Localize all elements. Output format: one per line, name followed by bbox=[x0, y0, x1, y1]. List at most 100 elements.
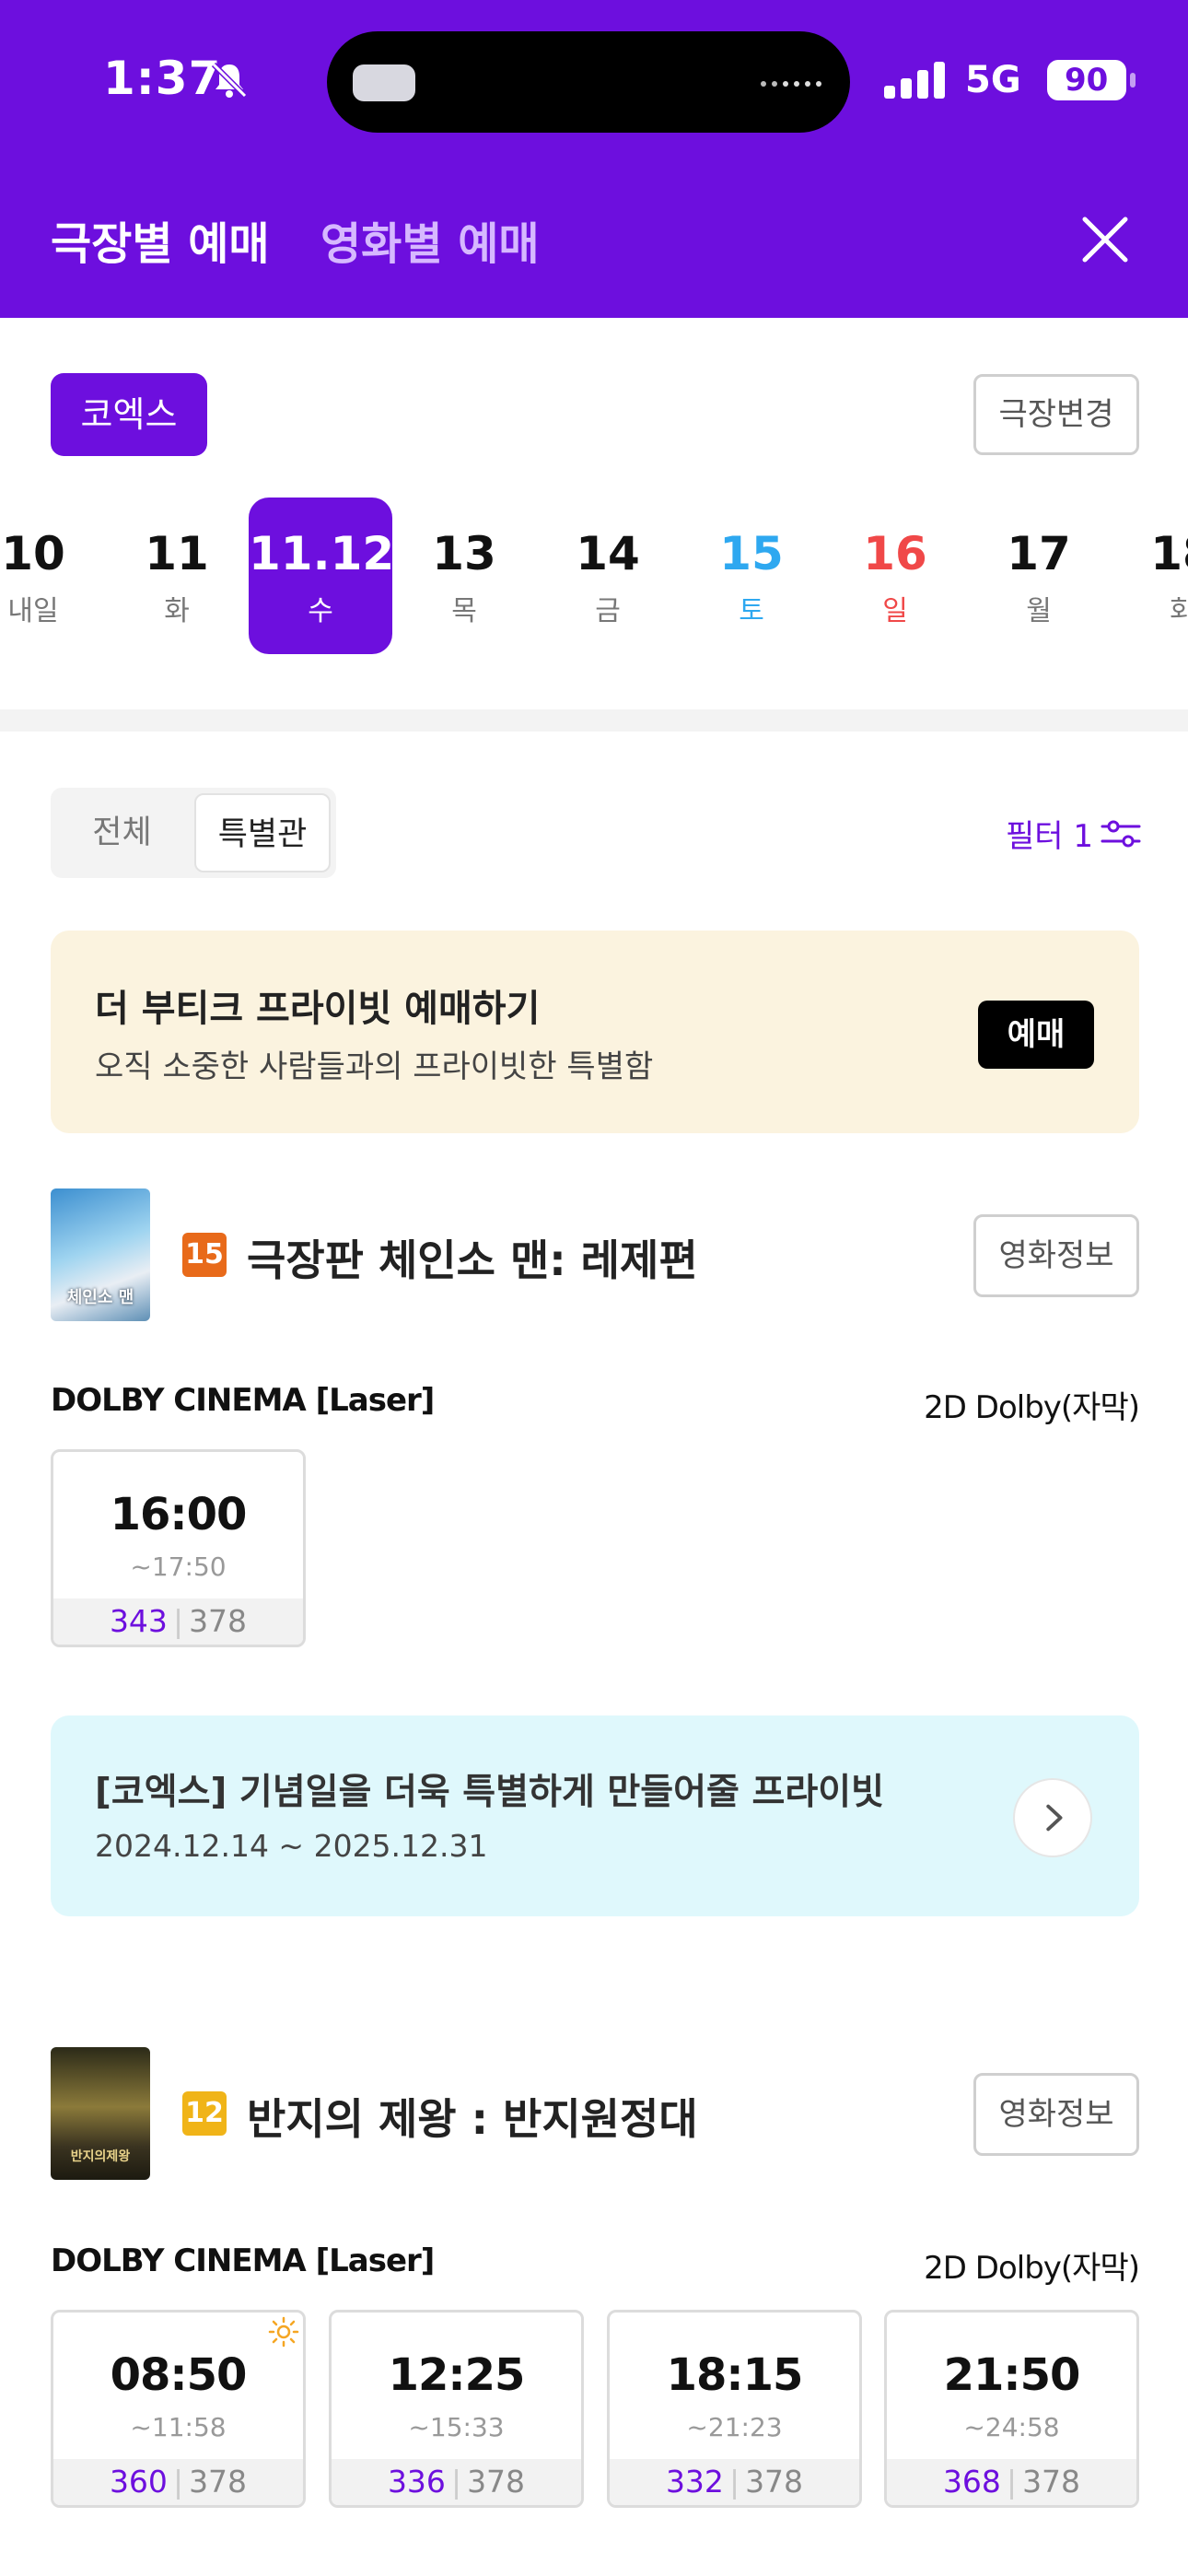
date-item[interactable]: 17 월 bbox=[967, 498, 1111, 654]
hall-type-segment: 전체 특별관 bbox=[51, 788, 336, 878]
close-icon[interactable] bbox=[1076, 210, 1135, 269]
tab-movie-booking[interactable]: 영화별 예매 bbox=[320, 207, 540, 272]
end-time: ~24:58 bbox=[963, 2412, 1060, 2442]
date-number: 14 bbox=[576, 527, 640, 580]
segment-special[interactable]: 특별관 bbox=[194, 793, 331, 872]
status-indicators: 5G 90 bbox=[884, 57, 1136, 103]
battery-icon: 90 bbox=[1046, 60, 1126, 100]
date-item[interactable]: 10 내일 bbox=[0, 498, 105, 654]
start-time: 16:00 bbox=[110, 1489, 248, 1540]
network-type: 5G bbox=[965, 59, 1021, 101]
showtime-slot[interactable]: 16:00 ~17:50 343 | 378 bbox=[51, 1449, 306, 1647]
date-item[interactable]: 18 화 bbox=[1111, 498, 1188, 654]
date-weekday: 토 bbox=[739, 595, 764, 627]
available-seats: 336 bbox=[387, 2464, 446, 2500]
date-number: 13 bbox=[432, 527, 496, 580]
available-seats: 332 bbox=[665, 2464, 724, 2500]
showtime-slot[interactable]: 12:25 ~15:33 336 | 378 bbox=[329, 2310, 584, 2508]
movie-title[interactable]: 반지의 제왕 : 반지원정대 bbox=[247, 2086, 698, 2147]
age-rating-badge: 15 bbox=[182, 1233, 227, 1277]
date-item-selected[interactable]: 11.12 수 bbox=[249, 498, 395, 654]
date-weekday: 화 bbox=[164, 595, 190, 627]
poster-title-text: 반지의제왕 bbox=[70, 2149, 131, 2164]
chevron-right-icon[interactable] bbox=[1013, 1778, 1092, 1857]
filter-label: 필터 1 bbox=[1006, 818, 1093, 855]
total-seats: 378 bbox=[1022, 2464, 1081, 2500]
date-number: 18 bbox=[1150, 527, 1188, 580]
section-divider bbox=[0, 709, 1188, 732]
start-time: 18:15 bbox=[666, 2349, 804, 2401]
date-weekday: 화 bbox=[1170, 595, 1188, 627]
boutique-private-banner[interactable]: 더 부티크 프라이빗 예매하기 오직 소중한 사람들과의 프라이빗한 특별함 예… bbox=[51, 931, 1139, 1133]
date-item[interactable]: 11 화 bbox=[105, 498, 249, 654]
date-weekday: 일 bbox=[882, 595, 908, 627]
filter-button[interactable]: 필터 1 bbox=[1006, 811, 1141, 856]
end-time: ~17:50 bbox=[130, 1551, 227, 1582]
selected-theater-chip[interactable]: 코엑스 bbox=[51, 373, 207, 456]
hall-name: DOLBY CINEMA [Laser] bbox=[51, 1382, 435, 1419]
date-item[interactable]: 13 목 bbox=[392, 498, 536, 654]
tab-theater-booking[interactable]: 극장별 예매 bbox=[51, 207, 270, 272]
seat-count: 368 | 378 bbox=[887, 2459, 1136, 2505]
sun-icon bbox=[268, 2316, 299, 2348]
showtime-slot[interactable]: 21:50 ~24:58 368 | 378 bbox=[884, 2310, 1139, 2508]
seat-count: 336 | 378 bbox=[332, 2459, 581, 2505]
end-time: ~15:33 bbox=[408, 2412, 505, 2442]
end-time: ~21:23 bbox=[686, 2412, 783, 2442]
banner-title: [코엑스] 기념일을 더욱 특별하게 만들어줄 프라이빗 bbox=[95, 1772, 885, 1813]
movie-info-button[interactable]: 영화정보 bbox=[973, 2073, 1139, 2156]
date-strip[interactable]: 10 내일 11 화 11.12 수 13 목 14 금 15 토 16 일 1… bbox=[0, 498, 1188, 659]
bell-muted-icon bbox=[211, 62, 248, 99]
banner-subtitle: 오직 소중한 사람들과의 프라이빗한 특별함 bbox=[95, 1048, 654, 1085]
change-theater-button[interactable]: 극장변경 bbox=[973, 374, 1139, 455]
header: 1:37 5G 90 극장별 예매 영화별 예매 bbox=[0, 0, 1188, 318]
showtime-slot[interactable]: 08:50 ~11:58 360 | 378 bbox=[51, 2310, 306, 2508]
movie-title[interactable]: 극장판 체인소 맨: 레제편 bbox=[247, 1227, 698, 1288]
end-time: ~11:58 bbox=[130, 2412, 227, 2442]
date-number: 11 bbox=[145, 527, 209, 580]
status-time: 1:37 bbox=[103, 52, 222, 105]
signal-icon bbox=[884, 62, 945, 99]
date-number: 10 bbox=[1, 527, 65, 580]
age-rating-badge: 12 bbox=[182, 2091, 227, 2136]
date-weekday: 수 bbox=[308, 595, 333, 627]
date-weekday: 내일 bbox=[7, 595, 59, 627]
start-time: 12:25 bbox=[388, 2349, 526, 2401]
battery-cap bbox=[1129, 73, 1136, 88]
battery-level: 90 bbox=[1065, 62, 1109, 99]
available-seats: 368 bbox=[942, 2464, 1001, 2500]
segment-all[interactable]: 전체 bbox=[51, 788, 193, 878]
banner-title: 더 부티크 프라이빗 예매하기 bbox=[95, 988, 541, 1030]
date-weekday: 금 bbox=[595, 595, 621, 627]
start-time: 08:50 bbox=[110, 2349, 248, 2401]
date-weekday: 월 bbox=[1026, 595, 1052, 627]
screening-format: 2D Dolby(자막) bbox=[924, 1389, 1140, 1426]
date-weekday: 목 bbox=[451, 595, 477, 627]
banner-period: 2024.12.14 ~ 2025.12.31 bbox=[95, 1828, 488, 1864]
total-seats: 378 bbox=[467, 2464, 526, 2500]
movie-poster[interactable]: 체인소 맨 bbox=[51, 1188, 150, 1321]
audio-wave-icon bbox=[761, 81, 821, 87]
available-seats: 360 bbox=[109, 2464, 168, 2500]
total-seats: 378 bbox=[745, 2464, 804, 2500]
available-seats: 343 bbox=[109, 1603, 168, 1639]
seat-count: 343 | 378 bbox=[53, 1598, 303, 1645]
showtime-slot[interactable]: 18:15 ~21:23 332 | 378 bbox=[607, 2310, 862, 2508]
filter-sliders-icon bbox=[1101, 820, 1141, 847]
date-item[interactable]: 14 금 bbox=[536, 498, 680, 654]
date-number: 16 bbox=[863, 527, 927, 580]
date-number: 11.12 bbox=[249, 527, 395, 580]
date-item[interactable]: 15 토 bbox=[680, 498, 823, 654]
date-item[interactable]: 16 일 bbox=[823, 498, 967, 654]
now-playing-thumbnail bbox=[353, 64, 415, 101]
movie-poster[interactable]: 반지의제왕 bbox=[51, 2047, 150, 2180]
total-seats: 378 bbox=[189, 1603, 248, 1639]
screening-format: 2D Dolby(자막) bbox=[924, 2250, 1140, 2287]
book-boutique-button[interactable]: 예매 bbox=[978, 1001, 1094, 1069]
dynamic-island bbox=[327, 31, 850, 133]
seat-count: 332 | 378 bbox=[610, 2459, 859, 2505]
poster-title-text: 체인소 맨 bbox=[66, 1288, 134, 1307]
total-seats: 378 bbox=[189, 2464, 248, 2500]
anniversary-private-banner[interactable]: [코엑스] 기념일을 더욱 특별하게 만들어줄 프라이빗 2024.12.14 … bbox=[51, 1715, 1139, 1916]
movie-info-button[interactable]: 영화정보 bbox=[973, 1214, 1139, 1297]
